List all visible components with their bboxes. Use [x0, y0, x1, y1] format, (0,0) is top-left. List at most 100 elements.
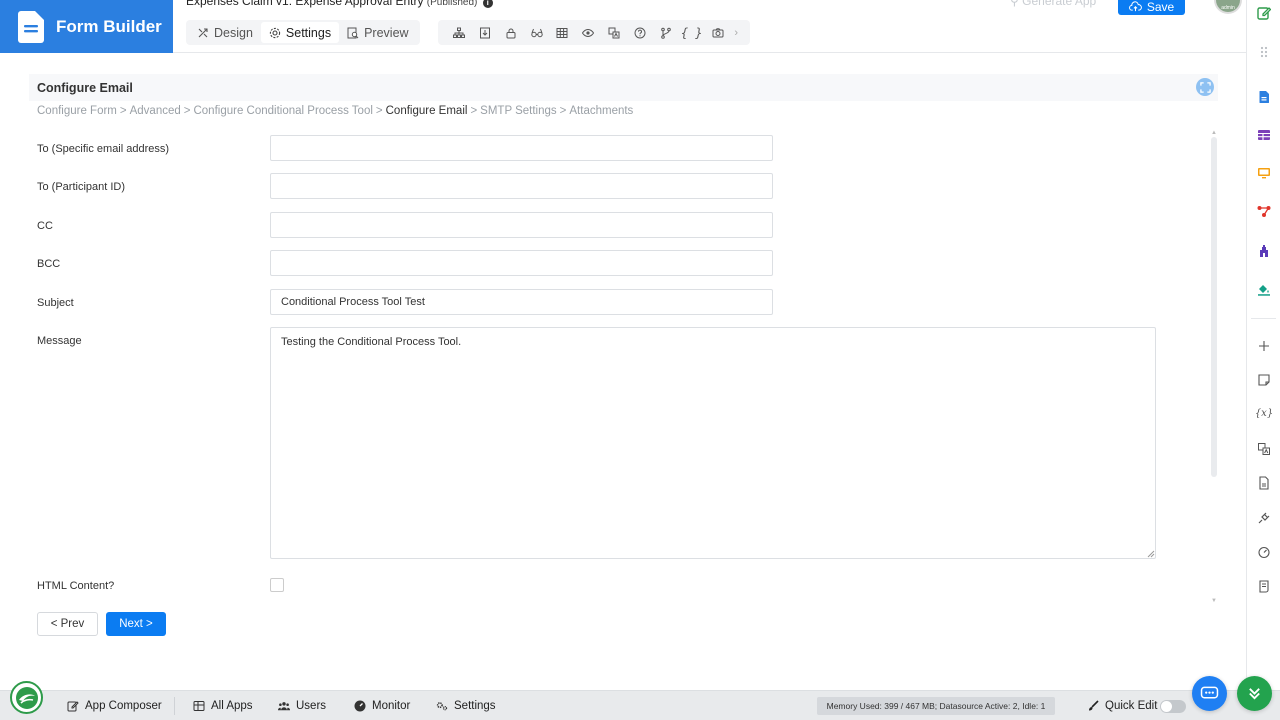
subject-label: Subject: [37, 297, 74, 309]
info-icon[interactable]: i: [482, 0, 493, 8]
save-button[interactable]: Save: [1118, 0, 1185, 15]
logo-icon: [15, 686, 38, 709]
branch-tool[interactable]: [653, 22, 679, 43]
expand-button[interactable]: [1196, 78, 1214, 96]
tab-settings[interactable]: Settings: [260, 22, 340, 43]
breadcrumb-advanced[interactable]: Advanced: [130, 105, 181, 117]
settings-link[interactable]: Settings: [436, 700, 496, 712]
breadcrumb-conditional-process-tool[interactable]: Configure Conditional Process Tool: [193, 105, 372, 117]
rail-edit[interactable]: [1247, 3, 1280, 23]
rail-builder[interactable]: [1247, 241, 1280, 261]
monitor-link[interactable]: Monitor: [354, 700, 410, 712]
hierarchy-tool[interactable]: [446, 22, 472, 43]
rail-datalist[interactable]: [1247, 125, 1280, 145]
cloud-upload-icon: [1128, 1, 1142, 12]
gears-icon: [436, 702, 448, 711]
all-apps-link[interactable]: All Apps: [193, 700, 253, 712]
translate-tool[interactable]: [601, 22, 627, 43]
panel-header: Configure Email: [29, 74, 1218, 101]
rail-note[interactable]: [1247, 370, 1280, 390]
expand-icon: [1199, 81, 1211, 93]
tab-design[interactable]: Design: [189, 22, 261, 43]
toolbar-more[interactable]: ›: [730, 22, 742, 43]
rail-theme[interactable]: [1247, 279, 1280, 299]
visibility-tool[interactable]: [575, 22, 601, 43]
grid-icon: [193, 701, 205, 711]
rail-translate[interactable]: [1247, 439, 1280, 459]
rail-performance[interactable]: [1247, 542, 1280, 562]
rail-add[interactable]: [1247, 336, 1280, 356]
tab-preview[interactable]: Preview: [339, 22, 416, 43]
scroll-up-arrow[interactable]: ▲: [1210, 130, 1218, 136]
breadcrumb-separator: >: [119, 105, 127, 117]
quick-edit-label: Quick Edit: [1105, 700, 1158, 712]
chat-assistant-button[interactable]: [1192, 676, 1227, 711]
rail-drag-handle[interactable]: [1247, 42, 1280, 62]
form-builder-brand: Form Builder: [0, 0, 173, 53]
datalist-icon: [1258, 130, 1270, 140]
castle-icon: [1260, 245, 1268, 257]
question-icon: [634, 27, 646, 38]
form-scrollbar[interactable]: [1211, 137, 1217, 477]
preview-icon: [347, 27, 359, 38]
glasses-icon: [530, 28, 543, 37]
rail-form[interactable]: [1247, 87, 1280, 107]
code-braces-icon: { }: [680, 25, 703, 40]
breadcrumb-separator: >: [183, 105, 191, 117]
monitor-icon: [1258, 168, 1270, 179]
form-name-text: Expenses Claim v1: Expense Approval Entr…: [186, 0, 424, 8]
help-tool[interactable]: [627, 22, 653, 43]
breadcrumb-configure-email[interactable]: Configure Email: [386, 105, 468, 117]
generate-app-button[interactable]: ⚲ Generate App: [1010, 0, 1096, 8]
permission-tool[interactable]: [498, 22, 524, 43]
next-button[interactable]: Next >: [106, 612, 166, 636]
breadcrumb-configure-form[interactable]: Configure Form: [37, 105, 117, 117]
users-link[interactable]: Users: [278, 700, 326, 712]
rail-file[interactable]: [1247, 473, 1280, 493]
gauge-icon: [1258, 546, 1270, 559]
rail-plugin[interactable]: [1247, 508, 1280, 528]
message-textarea[interactable]: Testing the Conditional Process Tool.: [270, 327, 1156, 559]
panel-title: Configure Email: [37, 81, 133, 95]
breadcrumb-separator: >: [559, 105, 567, 117]
quick-edit-toggle[interactable]: [1160, 700, 1186, 713]
code-tool[interactable]: { }: [679, 22, 705, 43]
chevron-right-icon: ›: [734, 26, 739, 39]
plus-icon: [1259, 341, 1269, 351]
save-label: Save: [1146, 0, 1175, 14]
import-tool[interactable]: [472, 22, 498, 43]
table-tool[interactable]: [549, 22, 575, 43]
bcc-input[interactable]: [270, 250, 773, 276]
double-chevron-down-icon: [1249, 688, 1260, 700]
resize-grip-icon[interactable]: [1147, 550, 1155, 558]
screenshot-tool[interactable]: [705, 22, 731, 43]
breadcrumb-attachments[interactable]: Attachments: [569, 105, 633, 117]
app-composer-link[interactable]: App Composer: [67, 700, 162, 712]
cc-input[interactable]: [270, 212, 773, 238]
rail-variables[interactable]: {x}: [1247, 403, 1280, 423]
lightbulb-icon: ⚲: [1010, 0, 1019, 8]
collapse-button[interactable]: [1237, 676, 1272, 711]
joget-logo[interactable]: [10, 681, 43, 714]
to-participant-input[interactable]: [270, 173, 773, 199]
form-status: (Published): [426, 0, 478, 8]
tab-design-label: Design: [214, 25, 253, 40]
rail-userview[interactable]: [1247, 163, 1280, 183]
scroll-down-arrow[interactable]: ▼: [1210, 598, 1218, 604]
design-icon: [198, 27, 208, 37]
review-tool[interactable]: [524, 22, 550, 43]
app-title: Form Builder: [56, 16, 162, 36]
breadcrumb-smtp-settings[interactable]: SMTP Settings: [480, 105, 557, 117]
message-label: Message: [37, 335, 82, 347]
subject-input[interactable]: [270, 289, 773, 315]
to-email-input[interactable]: [270, 135, 773, 161]
users-label: Users: [296, 700, 327, 712]
app-composer-label: App Composer: [85, 700, 162, 712]
rail-process[interactable]: [1247, 201, 1280, 221]
rail-export[interactable]: [1247, 576, 1280, 596]
html-content-checkbox[interactable]: [270, 578, 284, 592]
form-name: Expenses Claim v1: Expense Approval Entr…: [186, 0, 493, 8]
scroll-icon: [1259, 580, 1269, 593]
quick-edit[interactable]: Quick Edit: [1087, 700, 1157, 712]
prev-button[interactable]: < Prev: [37, 612, 98, 636]
